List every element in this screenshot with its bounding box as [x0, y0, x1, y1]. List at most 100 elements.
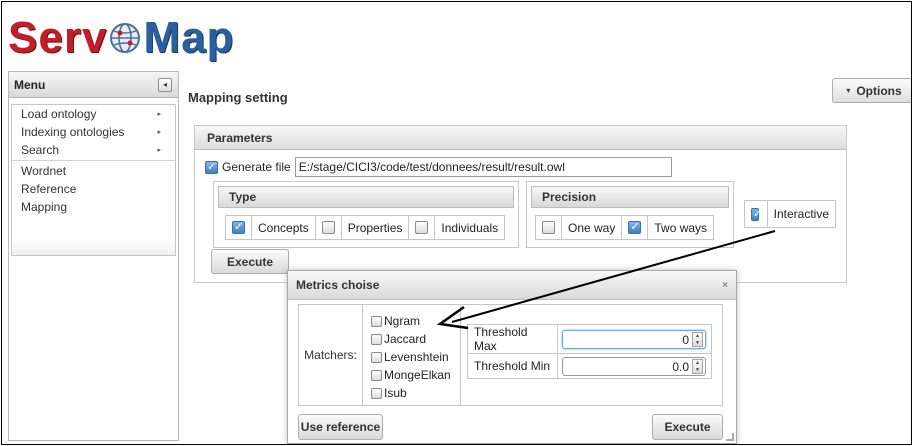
- menu-item-wordnet[interactable]: Wordnet: [12, 162, 175, 180]
- two-ways-option[interactable]: [622, 216, 649, 239]
- execute-button[interactable]: Execute: [211, 249, 289, 274]
- matcher-label: MongeElkan: [384, 368, 451, 382]
- generate-file-checkbox[interactable]: [205, 160, 218, 174]
- interactive-checkbox[interactable]: [751, 207, 762, 221]
- menu-item-reference[interactable]: Reference: [12, 180, 175, 198]
- logo-text-map: Map: [143, 13, 235, 62]
- menu-item-label: Reference: [21, 182, 77, 196]
- metrics-dialog: Metrics choise × Matchers: Ngram Jaccard…: [287, 270, 737, 444]
- two-ways-label-cell: Two ways: [648, 216, 713, 239]
- menu-item-label: Load ontology: [21, 107, 97, 121]
- two-ways-checkbox[interactable]: [628, 220, 642, 234]
- submenu-arrow-icon: ▸: [157, 129, 161, 136]
- matcher-jaccard[interactable]: Jaccard: [371, 330, 460, 348]
- dialog-execute-button[interactable]: Execute: [652, 414, 723, 440]
- submenu-arrow-icon: ▸: [157, 147, 161, 154]
- menu-divider: [12, 160, 175, 161]
- concepts-label: Concepts: [258, 220, 309, 235]
- menu-item-indexing-ontologies[interactable]: Indexing ontologies ▸: [12, 123, 175, 141]
- menu-item-label: Indexing ontologies: [21, 125, 125, 139]
- properties-label: Properties: [347, 220, 403, 235]
- spinner-arrows-icon[interactable]: ▲ ▼: [692, 358, 703, 374]
- collapse-left-icon[interactable]: ◂: [158, 77, 172, 92]
- generate-file-row: Generate file: [205, 157, 672, 177]
- left-menu-panel: Menu ◂ Load ontology ▸ Indexing ontologi…: [8, 71, 179, 441]
- page-title: Mapping setting: [188, 90, 288, 105]
- close-icon[interactable]: ×: [722, 280, 728, 291]
- matcher-isub-checkbox[interactable]: [371, 387, 382, 399]
- matcher-ngram-checkbox[interactable]: [371, 315, 382, 327]
- menu-header: Menu ◂: [9, 72, 178, 98]
- menu-item-load-ontology[interactable]: Load ontology ▸: [12, 105, 175, 123]
- properties-checkbox[interactable]: [321, 221, 335, 234]
- concepts-option[interactable]: [226, 216, 252, 239]
- properties-label-cell: Properties: [342, 216, 410, 239]
- matcher-label: Ngram: [384, 314, 421, 328]
- menu-item-search[interactable]: Search ▸: [12, 141, 175, 159]
- precision-options: One way Two ways: [535, 215, 715, 240]
- one-way-option[interactable]: [536, 216, 562, 239]
- matcher-label: Jaccard: [384, 332, 427, 346]
- matcher-levenshtein-checkbox[interactable]: [371, 351, 382, 363]
- menu-item-label: Wordnet: [21, 164, 67, 178]
- type-header: Type: [218, 186, 514, 208]
- concepts-label-cell: Concepts: [252, 216, 316, 239]
- options-label: Options: [856, 83, 902, 98]
- app-window: Serv Map Menu ◂ Load ontology ▸ Indexing…: [1, 1, 912, 445]
- threshold-max-row: Threshold Max 0 ▲ ▼: [467, 324, 712, 354]
- metrics-table: Matchers: Ngram Jaccard Levenshtein Mong…: [298, 304, 723, 406]
- threshold-min-spinner[interactable]: 0.0 ▲ ▼: [562, 356, 706, 376]
- matcher-ngram[interactable]: Ngram: [371, 312, 460, 330]
- options-button[interactable]: ▾ Options: [832, 78, 911, 103]
- matcher-mongeelkan-checkbox[interactable]: [371, 369, 382, 381]
- spinner-arrows-icon[interactable]: ▲ ▼: [692, 331, 703, 347]
- one-way-label: One way: [568, 220, 616, 235]
- threshold-section: Threshold Max 0 ▲ ▼ Threshold Min 0.0 ▲ …: [461, 305, 712, 405]
- use-reference-button[interactable]: Use reference: [298, 414, 383, 440]
- matcher-mongeelkan[interactable]: MongeElkan: [371, 366, 460, 384]
- matcher-label: Levenshtein: [384, 350, 449, 364]
- matchers-label: Matchers:: [299, 305, 363, 405]
- individuals-label: Individuals: [441, 220, 499, 235]
- one-way-checkbox[interactable]: [542, 221, 555, 234]
- servmap-logo: Serv Map: [8, 12, 234, 64]
- threshold-min-value: 0.0: [672, 359, 689, 374]
- concepts-checkbox[interactable]: [232, 220, 245, 234]
- menu-title: Menu: [14, 77, 46, 92]
- precision-header: Precision: [531, 186, 729, 208]
- menu-item-label: Mapping: [21, 200, 68, 214]
- matcher-levenshtein[interactable]: Levenshtein: [371, 348, 460, 366]
- threshold-max-spinner[interactable]: 0 ▲ ▼: [562, 329, 706, 349]
- matcher-isub[interactable]: Isub: [371, 384, 460, 402]
- two-ways-label: Two ways: [654, 220, 708, 235]
- individuals-label-cell: Individuals: [435, 216, 504, 239]
- parameters-panel: Parameters Generate file Type Concepts: [194, 125, 847, 283]
- matcher-label: Isub: [384, 386, 407, 400]
- parameters-header: Parameters: [195, 126, 846, 150]
- threshold-min-row: Threshold Min 0.0 ▲ ▼: [467, 353, 712, 379]
- one-way-label-cell: One way: [562, 216, 623, 239]
- logo-text-serv: Serv: [8, 13, 108, 62]
- interactive-label: Interactive: [766, 201, 829, 227]
- threshold-min-cell: 0.0 ▲ ▼: [557, 353, 712, 379]
- threshold-max-cell: 0 ▲ ▼: [557, 324, 712, 354]
- menu-list: Load ontology ▸ Indexing ontologies ▸ Se…: [11, 104, 176, 256]
- type-options: Concepts Properties Individuals: [225, 215, 506, 240]
- globe-logo-icon: [110, 23, 141, 53]
- caret-down-icon: ▾: [846, 86, 851, 95]
- resize-handle-icon[interactable]: [726, 433, 734, 441]
- individuals-option[interactable]: [409, 216, 436, 239]
- matcher-jaccard-checkbox[interactable]: [371, 333, 382, 345]
- matchers-list: Ngram Jaccard Levenshtein MongeElkan Isu…: [363, 305, 461, 405]
- interactive-option[interactable]: Interactive: [744, 200, 836, 228]
- file-path-input[interactable]: [294, 157, 672, 177]
- threshold-max-value: 0: [682, 332, 689, 347]
- threshold-max-label: Threshold Max: [467, 324, 558, 354]
- submenu-arrow-icon: ▸: [157, 111, 161, 118]
- individuals-checkbox[interactable]: [415, 221, 429, 234]
- properties-option[interactable]: [316, 216, 342, 239]
- generate-file-label: Generate file: [222, 160, 291, 174]
- threshold-min-label: Threshold Min: [467, 353, 558, 379]
- dialog-header: Metrics choise ×: [288, 271, 736, 300]
- menu-item-mapping[interactable]: Mapping: [12, 198, 175, 216]
